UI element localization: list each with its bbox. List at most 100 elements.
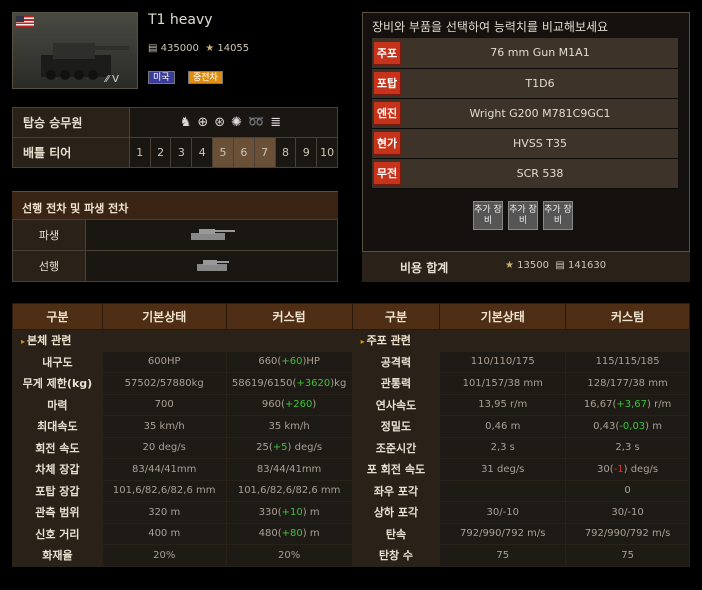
stat-label: 포 회전 속도 — [351, 458, 441, 481]
col-header: 기본상태 — [101, 303, 227, 330]
stat-custom: 83/44/41mm — [225, 458, 353, 481]
equipment-slot-3-button[interactable]: 추가 장비 — [543, 201, 573, 230]
stat-base: 400 m — [101, 522, 227, 545]
stat-custom: 660(+60)HP — [225, 350, 353, 373]
tier-8: 8 — [274, 137, 297, 168]
module-engine[interactable]: 엔진 Wright G200 M781C9GC1 — [372, 98, 678, 129]
tier-2: 2 — [149, 137, 172, 168]
stat-label: 관통력 — [351, 372, 441, 395]
next-tank-label: 파생 — [12, 219, 86, 251]
equipment-slot-2-button[interactable]: 추가 장비 — [508, 201, 538, 230]
tier-6: 6 — [232, 137, 255, 168]
tier-9: 9 — [295, 137, 318, 168]
stat-base: 101,6/82,6/82,6 mm — [101, 479, 227, 502]
loader2-icon[interactable]: ≣ — [270, 115, 287, 130]
table-row: 차체 장갑 83/44/41mm 83/44/41mm 포 회전 속도 31 d… — [12, 458, 690, 481]
stat-custom: 330(+10) m — [225, 501, 353, 524]
stat-base: 20 deg/s — [101, 436, 227, 459]
cost-label: 비용 합계 — [400, 261, 449, 275]
module-suspension[interactable]: 현가 HVSS T35 — [372, 128, 678, 159]
stat-custom: 101,6/82,6/82,6 mm — [225, 479, 353, 502]
table-row: 포탑 장갑 101,6/82,6/82,6 mm 101,6/82,6/82,6… — [12, 479, 690, 502]
prev-tank-icon[interactable] — [85, 250, 338, 282]
module-value: 76 mm Gun M1A1 — [402, 38, 678, 69]
stat-custom: 0 — [565, 479, 690, 502]
stat-label: 신호 거리 — [12, 522, 103, 545]
table-row: 화재율 20% 20% 탄창 수 75 75 — [12, 544, 690, 567]
driver-icon[interactable]: ⊛ — [214, 115, 231, 130]
module-value: SCR 538 — [402, 158, 678, 189]
stat-custom: 75 — [565, 544, 690, 567]
crew-icons: ♞⊕⊛✺➿≣ — [128, 107, 339, 138]
stat-custom: 128/177/38 mm — [565, 372, 690, 395]
table-row: 신호 거리 400 m 480(+80) m 탄속 792/990/792 m/… — [12, 522, 690, 545]
nation-badge: 미국 — [148, 71, 175, 84]
col-header: 기본상태 — [439, 303, 567, 330]
tier-4: 4 — [191, 137, 214, 168]
stat-custom: 0,43(-0,03) m — [565, 415, 690, 438]
module-radio[interactable]: 무전 SCR 538 — [372, 158, 678, 189]
stat-custom: 2,3 s — [565, 436, 690, 459]
silver-icon: ▤ — [148, 43, 158, 54]
stat-label: 무게 제한(kg) — [12, 372, 103, 395]
section-gun: ▸ 주포 관련 — [351, 329, 691, 352]
table-row: 관측 범위 320 m 330(+10) m 상하 포각 30/-10 30/-… — [12, 501, 690, 524]
stat-label: 화재율 — [12, 544, 103, 567]
modules-list: 주포 76 mm Gun M1A1 포탑 T1D6 엔진 Wright G200 M7… — [372, 38, 678, 189]
tier-1: 1 — [128, 137, 151, 168]
module-tag: 엔진 — [373, 101, 401, 125]
stat-label: 차체 장갑 — [12, 458, 103, 481]
stat-label: 최대속도 — [12, 415, 103, 438]
stat-base: 110/110/175 — [439, 350, 567, 373]
stat-label: 상하 포각 — [351, 501, 441, 524]
stat-base: 101/157/38 mm — [439, 372, 567, 395]
stat-label: 탄창 수 — [351, 544, 441, 567]
module-turret[interactable]: 포탑 T1D6 — [372, 68, 678, 99]
stat-base: 57502/57880kg — [101, 372, 227, 395]
equipment-slot-1-button[interactable]: 추가 장비 — [473, 201, 503, 230]
stat-custom: 960(+260) — [225, 393, 353, 416]
stat-custom: 58619/6150(+3620)kg — [225, 372, 353, 395]
stat-label: 좌우 포각 — [351, 479, 441, 502]
col-header: 커스텀 — [225, 303, 353, 330]
bullet-icon: ▸ — [21, 337, 26, 347]
bullet-icon: ▸ — [360, 337, 365, 347]
gunner-icon[interactable]: ⊕ — [197, 115, 214, 130]
module-tag: 주포 — [373, 40, 401, 65]
stat-base: 600HP — [101, 350, 227, 373]
cost-values: ★ 13500 ▤ 141630 — [505, 260, 607, 271]
tier-5: 5 — [212, 137, 234, 168]
radio-icon[interactable]: ✺ — [231, 115, 248, 130]
tier-10: 10 — [316, 137, 338, 168]
class-badge: 중전차 — [188, 71, 223, 84]
stat-label: 연사속도 — [351, 393, 441, 416]
module-value: HVSS T35 — [402, 128, 678, 159]
table-row: 내구도 600HP 660(+60)HP 공격력 110/110/175 115… — [12, 350, 690, 373]
stat-label: 내구도 — [12, 350, 103, 373]
table-row: 최대속도 35 km/h 35 km/h 정밀도 0,46 m 0,43(-0,… — [12, 415, 690, 438]
table-row: 회전 속도 20 deg/s 25(+5) deg/s 조준시간 2,3 s 2… — [12, 436, 690, 459]
stats-table: 구분 기본상태 커스텀 구분 기본상태 커스텀 ▸ 본체 관련 ▸ 주포 관련 내구… — [12, 303, 691, 567]
tank-name: T1 heavy — [148, 12, 213, 28]
commander-icon[interactable]: ♞ — [180, 115, 198, 130]
stat-base: 20% — [101, 544, 227, 567]
module-gun[interactable]: 주포 76 mm Gun M1A1 — [372, 38, 678, 69]
stat-base: 700 — [101, 393, 227, 416]
modules-title: 장비와 부품을 선택하여 능력치를 비교해보세요 — [372, 20, 609, 34]
stat-custom: 30/-10 — [565, 501, 690, 524]
col-header: 커스텀 — [565, 303, 690, 330]
module-value: T1D6 — [402, 68, 678, 99]
stat-base — [439, 479, 567, 502]
stat-base: 35 km/h — [101, 415, 227, 438]
stat-base: 2,3 s — [439, 436, 567, 459]
section-hull: ▸ 본체 관련 — [12, 329, 353, 352]
stat-base: 83/44/41mm — [101, 458, 227, 481]
loader-icon[interactable]: ➿ — [248, 115, 270, 130]
stat-custom: 16,67(+3,67) r/m — [565, 393, 690, 416]
next-tank-icon[interactable] — [85, 219, 338, 251]
tank-price: ▤ 435000 ★ 14055 — [148, 43, 250, 54]
stat-custom: 35 km/h — [225, 415, 353, 438]
crew-tier-table: 탑승 승무원 ♞⊕⊛✺➿≣ 배틀 티어 1 2 3 4 5 6 7 8 9 10 — [12, 107, 339, 168]
tank-silhouette-icon — [41, 43, 129, 80]
stat-label: 회전 속도 — [12, 436, 103, 459]
